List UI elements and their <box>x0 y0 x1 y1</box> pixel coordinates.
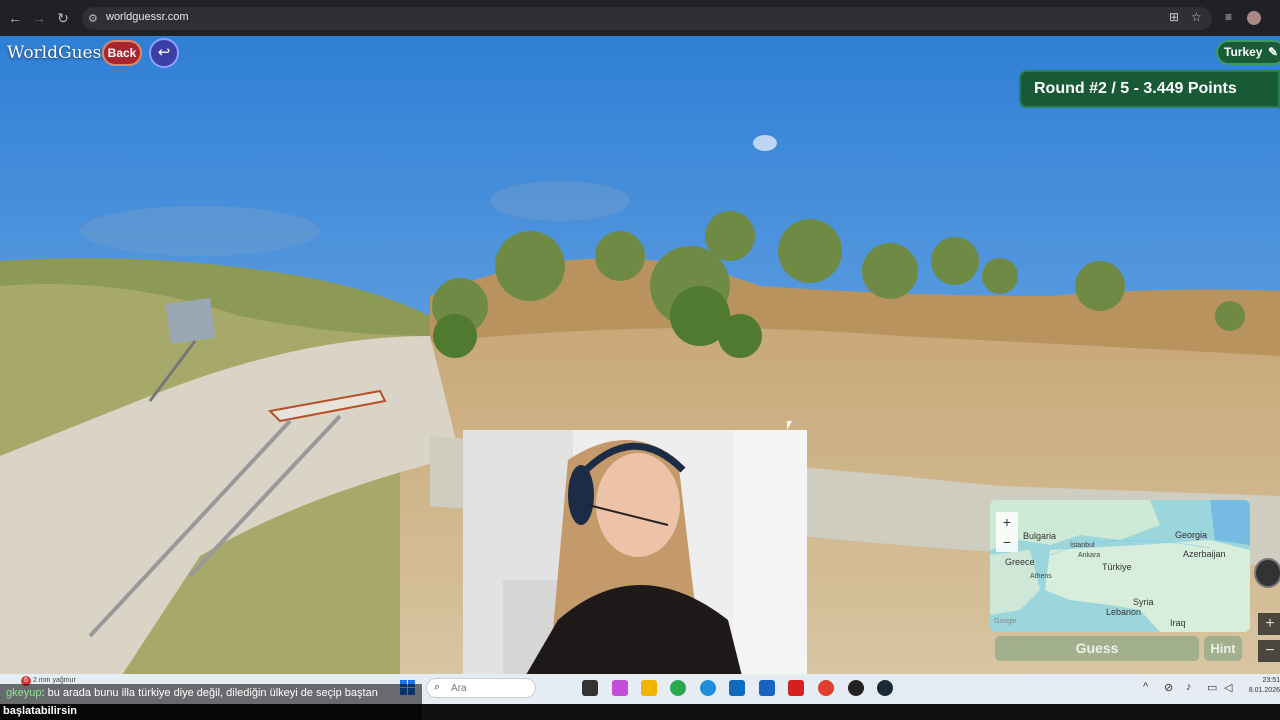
search-icon: ⌕ <box>434 681 441 693</box>
minimap-zoom-in-button[interactable]: + <box>996 512 1018 532</box>
webcam-image <box>463 430 807 680</box>
chat-message-text: : bu arada bunu illa türkiye diye değil,… <box>41 687 378 699</box>
undo-arrow-icon: ↩ <box>157 44 171 61</box>
zoom-in-button[interactable]: + <box>1258 613 1280 635</box>
chat-username: gkeyup <box>6 687 42 699</box>
zoom-out-button[interactable]: − <box>1258 640 1280 662</box>
return-to-start-button[interactable]: ↩ <box>149 38 179 68</box>
chat-message: gkeyup: bu arada bunu illa türkiye diye … <box>6 687 378 699</box>
search-placeholder: Ara <box>451 683 467 694</box>
mouse-cursor <box>787 421 792 430</box>
browser-toolbar: ← → ↻ ⚙ worldguessr.com ⊞ ☆ ≡ <box>0 0 1280 36</box>
chat-message-continuation: başlatabilirsin <box>3 705 77 717</box>
map-label-greece: Greece <box>1005 557 1035 567</box>
taskbar-clock[interactable]: 23:51 8.01.2026 <box>1244 676 1280 696</box>
minimap-zoom-out-button[interactable]: − <box>996 532 1018 552</box>
volume-icon[interactable]: ◁ <box>1224 681 1232 694</box>
back-button[interactable]: Back <box>102 40 142 66</box>
address-bar[interactable]: ⚙ worldguessr.com <box>82 7 1212 30</box>
chrome-active-icon[interactable] <box>818 680 834 696</box>
taskbar-app-icon[interactable] <box>582 680 598 696</box>
guess-minimap[interactable]: Bulgaria İstanbul Ankara Türkiye Georgia… <box>990 500 1250 632</box>
webcam-overlay <box>463 430 807 680</box>
antivirus-icon[interactable] <box>788 680 804 696</box>
chrome-icon[interactable] <box>670 680 686 696</box>
guess-button[interactable]: Guess <box>995 636 1199 661</box>
hint-button[interactable]: Hint <box>1204 636 1242 661</box>
map-label-syria: Syria <box>1133 597 1154 607</box>
obs-icon[interactable] <box>848 680 864 696</box>
site-info-icon[interactable]: ⚙ <box>88 12 98 25</box>
bookmark-star-icon[interactable]: ☆ <box>1191 10 1202 24</box>
display-icon[interactable]: ▭ <box>1207 681 1217 694</box>
map-label-lebanon: Lebanon <box>1106 607 1142 617</box>
edge-icon[interactable] <box>700 680 716 696</box>
arrow-right-icon[interactable]: → <box>30 9 48 27</box>
steam-icon[interactable] <box>877 680 893 696</box>
clock-time: 23:51 <box>1262 677 1280 684</box>
compass-icon[interactable] <box>1254 558 1280 588</box>
taskbar-search-input[interactable]: ⌕ Ara <box>426 678 536 698</box>
outlook-icon[interactable] <box>759 680 775 696</box>
translate-icon[interactable]: ⊞ <box>1169 10 1179 24</box>
network-off-icon[interactable]: ⊘ <box>1164 681 1173 694</box>
reload-icon[interactable]: ↻ <box>54 9 72 27</box>
map-label-google: Google <box>994 618 1017 625</box>
clock-date: 8.01.2026 <box>1248 687 1280 694</box>
country-selector-button[interactable]: Turkey ✎ <box>1216 40 1280 65</box>
profile-avatar[interactable] <box>1247 11 1261 25</box>
chevron-up-icon[interactable]: ^ <box>1143 681 1148 693</box>
file-explorer-icon[interactable] <box>641 680 657 696</box>
round-status-banner: Round #2 / 5 - 3.449 Points <box>1019 70 1280 108</box>
url-text: worldguessr.com <box>106 11 189 23</box>
map-label-athens: Athens <box>1030 573 1052 580</box>
weather-text[interactable]: 2 mm yağmur <box>33 677 76 684</box>
map-label-istanbul: İstanbul <box>1070 542 1095 549</box>
taskbar-app-icon[interactable] <box>612 680 628 696</box>
map-label-iraq: Iraq <box>1170 618 1186 628</box>
arrow-left-icon[interactable]: ← <box>6 9 24 27</box>
map-label-azerbaijan: Azerbaijan <box>1183 549 1226 559</box>
media-control-icon[interactable]: ≡ <box>1225 10 1232 24</box>
map-label-georgia: Georgia <box>1175 530 1208 540</box>
pencil-icon: ✎ <box>1268 45 1279 59</box>
map-label-bulgaria: Bulgaria <box>1023 531 1057 541</box>
microphone-icon[interactable]: ♪ <box>1186 681 1192 693</box>
country-label: Turkey <box>1224 45 1263 59</box>
store-icon[interactable] <box>729 680 745 696</box>
map-label-turkiye: Türkiye <box>1102 562 1132 572</box>
map-label-ankara: Ankara <box>1078 552 1101 559</box>
